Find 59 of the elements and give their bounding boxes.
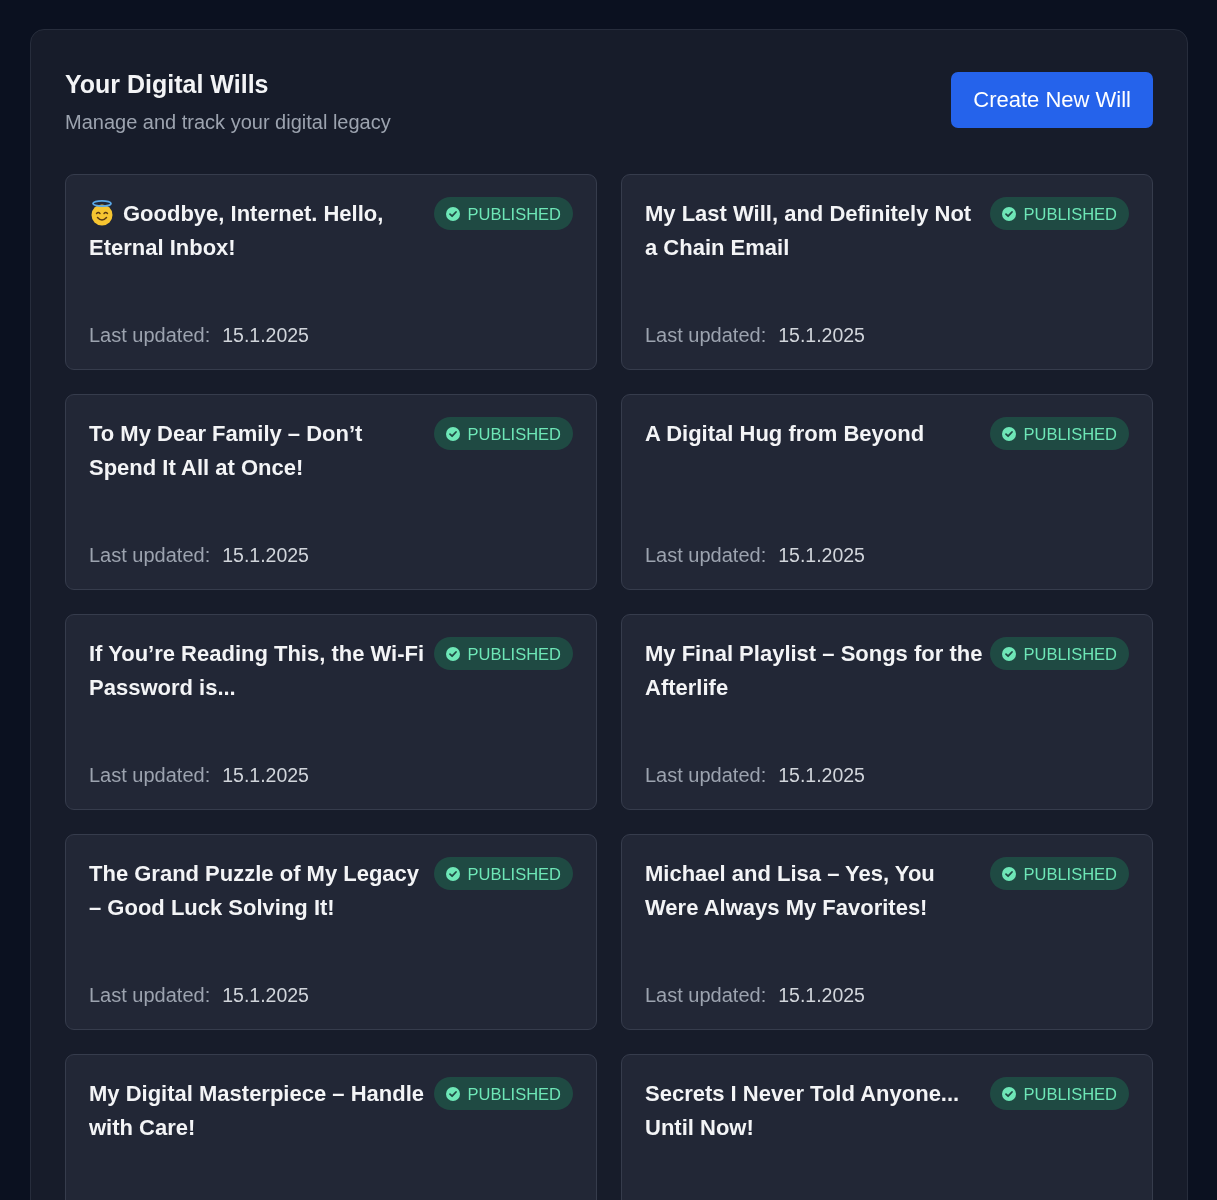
will-title: Secrets I Never Told Anyone... Until Now!	[645, 1081, 960, 1140]
last-updated-date: 15.1.2025	[778, 323, 865, 348]
last-updated-date: 15.1.2025	[222, 543, 309, 568]
last-updated-label: Last updated:	[89, 983, 211, 1008]
check-circle-icon	[446, 426, 461, 441]
will-card[interactable]: My Last Will, and Definitely Not a Chain Email PUBLISHED Last updated: 15.1.2025	[621, 174, 1153, 370]
last-updated-label: Last updated:	[89, 763, 211, 788]
last-updated-label: Last updated:	[645, 983, 767, 1008]
will-card[interactable]: The Grand Puzzle of My Legacy – Good Luck Solving It! PUBLISHED Last updated: 15.1.2025	[65, 834, 597, 1030]
status-text: PUBLISHED	[467, 1083, 561, 1104]
will-card[interactable]: My Final Playlist – Songs for the Afterlife PUBLISHED Last updated: 15.1.2025	[621, 614, 1153, 810]
page-title: Your Digital Wills	[65, 69, 270, 100]
will-card[interactable]: Michael and Lisa – Yes, You Were Always My Favorites! PUBLISHED Last updated: 15.1.2025	[621, 834, 1153, 1030]
will-title: My Digital Masterpiece – Handle with Care!	[89, 1081, 424, 1140]
check-circle-icon	[1002, 866, 1017, 881]
will-card[interactable]: To My Dear Family – Don’t Spend It All at Once! PUBLISHED Last updated: 15.1.2025	[65, 394, 597, 590]
will-title: A Digital Hug from Beyond	[645, 421, 925, 446]
last-updated-date: 15.1.2025	[222, 983, 309, 1008]
will-title: Goodbye, Internet. Hello, Eternal Inbox!	[89, 201, 384, 260]
will-title: My Last Will, and Definitely Not a Chain Email	[645, 201, 972, 260]
check-circle-icon	[1002, 646, 1017, 661]
status-text: PUBLISHED	[1023, 863, 1117, 884]
status-text: PUBLISHED	[467, 643, 561, 664]
last-updated-date: 15.1.2025	[778, 983, 865, 1008]
will-title: The Grand Puzzle of My Legacy – Good Luck Solving It!	[89, 861, 420, 920]
last-updated-date: 15.1.2025	[778, 763, 865, 788]
will-title: To My Dear Family – Don’t Spend It All at Once!	[89, 421, 363, 480]
check-circle-icon	[446, 646, 461, 661]
status-text: PUBLISHED	[1023, 643, 1117, 664]
check-circle-icon	[1002, 426, 1017, 441]
will-card[interactable]: If You’re Reading This, the Wi-Fi Password is... PUBLISHED Last updated: 15.1.2025	[65, 614, 597, 810]
last-updated-date: 15.1.2025	[222, 763, 309, 788]
last-updated-date: 15.1.2025	[778, 543, 865, 568]
page-subtitle: Manage and track your digital legacy	[65, 110, 391, 135]
check-circle-icon	[446, 206, 461, 221]
status-text: PUBLISHED	[467, 863, 561, 884]
will-card[interactable]: A Digital Hug from Beyond PUBLISHED Last updated: 15.1.2025	[621, 394, 1153, 590]
check-circle-icon	[1002, 1086, 1017, 1101]
will-card[interactable]: My Digital Masterpiece – Handle with Care! PUBLISHED	[65, 1054, 597, 1200]
status-text: PUBLISHED	[1023, 1083, 1117, 1104]
check-circle-icon	[446, 1086, 461, 1101]
last-updated-label: Last updated:	[645, 323, 767, 348]
last-updated-label: Last updated:	[89, 543, 211, 568]
status-text: PUBLISHED	[1023, 423, 1117, 444]
will-card[interactable]: Goodbye, Internet. Hello, Eternal Inbox! PUBLISHED Last updated: 15.1.2025	[65, 174, 597, 370]
will-title: My Final Playlist – Songs for the Afterlife	[645, 641, 983, 700]
last-updated-label: Last updated:	[645, 543, 767, 568]
last-updated-label: Last updated:	[89, 323, 211, 348]
check-circle-icon	[446, 866, 461, 881]
last-updated-label: Last updated:	[645, 763, 767, 788]
last-updated-date: 15.1.2025	[222, 323, 309, 348]
status-text: PUBLISHED	[467, 423, 561, 444]
status-text: PUBLISHED	[1023, 203, 1117, 224]
will-card[interactable]: Secrets I Never Told Anyone... Until Now! PUBLISHED	[621, 1054, 1153, 1200]
will-title: Michael and Lisa – Yes, You Were Always My Favorites!	[645, 861, 935, 920]
will-title: If You’re Reading This, the Wi-Fi Password is...	[89, 641, 425, 700]
create-will-button[interactable]: Create New Will	[951, 72, 1153, 128]
status-text: PUBLISHED	[467, 203, 561, 224]
check-circle-icon	[1002, 206, 1017, 221]
